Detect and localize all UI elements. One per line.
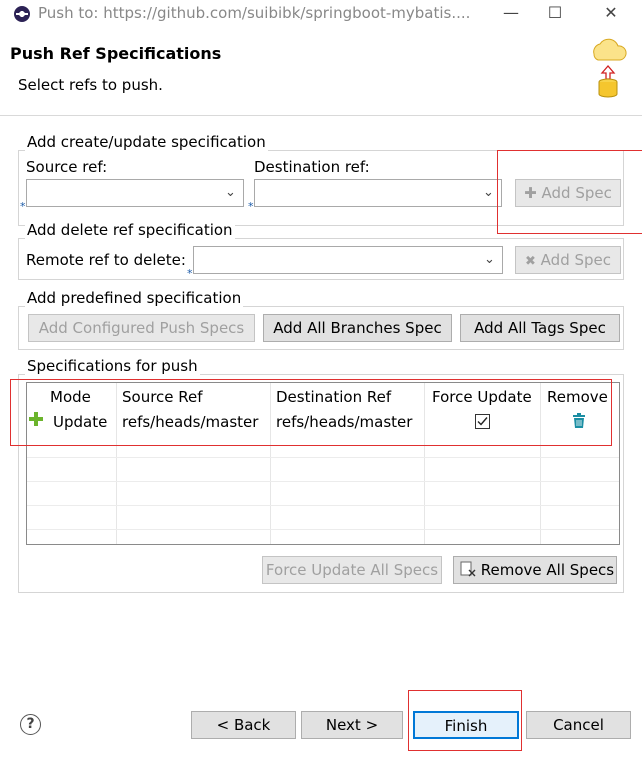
chevron-down-icon: ⌄ bbox=[225, 185, 236, 200]
eclipse-icon bbox=[14, 6, 30, 22]
remove-all-specs-button[interactable]: Remove All Specs bbox=[453, 556, 617, 584]
page-title: Push Ref Specifications bbox=[10, 44, 222, 63]
push-to-cloud-icon bbox=[588, 32, 628, 100]
add-delete-spec-button[interactable]: ✖ Add Spec bbox=[515, 246, 621, 274]
predefined-spec-group-label: Add predefined specification bbox=[25, 289, 244, 307]
row-divider bbox=[27, 529, 619, 530]
row-divider bbox=[27, 481, 619, 482]
remove-all-icon bbox=[460, 561, 481, 579]
add-all-branches-spec-button[interactable]: Add All Branches Spec bbox=[263, 314, 452, 342]
add-delete-spec-label: Add Spec bbox=[540, 251, 611, 269]
destination-ref-label: Destination ref: bbox=[254, 158, 370, 176]
window-titlebar: Push to: https://github.com/suibibk/spri… bbox=[0, 0, 642, 28]
chevron-down-icon: ⌄ bbox=[483, 185, 494, 200]
delete-spec-group-label: Add delete ref specification bbox=[25, 221, 235, 239]
close-button[interactable]: ✕ bbox=[600, 2, 622, 24]
next-button[interactable]: Next > bbox=[301, 711, 403, 739]
cancel-button[interactable]: Cancel bbox=[526, 711, 631, 739]
help-icon[interactable]: ? bbox=[20, 714, 41, 735]
window-title: Push to: https://github.com/suibibk/spri… bbox=[38, 4, 471, 22]
annotation-box bbox=[10, 379, 612, 446]
chevron-down-icon: ⌄ bbox=[484, 252, 495, 267]
source-ref-combo[interactable]: ⌄ bbox=[26, 179, 244, 207]
specs-group-label: Specifications for push bbox=[25, 357, 200, 375]
remove-all-specs-label: Remove All Specs bbox=[480, 561, 615, 579]
remote-ref-label: Remote ref to delete: bbox=[26, 251, 186, 269]
force-update-all-specs-button[interactable]: Force Update All Specs bbox=[262, 556, 442, 584]
delete-x-icon: ✖ bbox=[524, 254, 536, 269]
add-all-tags-spec-button[interactable]: Add All Tags Spec bbox=[460, 314, 620, 342]
required-marker: * bbox=[187, 267, 193, 280]
required-marker: * bbox=[20, 200, 26, 213]
back-button[interactable]: < Back bbox=[191, 711, 296, 739]
page-subtitle: Select refs to push. bbox=[18, 76, 163, 94]
minimize-button[interactable]: — bbox=[500, 2, 522, 24]
required-marker: * bbox=[248, 200, 254, 213]
remote-ref-combo[interactable]: ⌄ bbox=[193, 246, 503, 274]
create-spec-group-label: Add create/update specification bbox=[25, 133, 268, 151]
source-ref-label: Source ref: bbox=[26, 158, 108, 176]
annotation-box bbox=[497, 150, 642, 234]
row-divider bbox=[27, 457, 619, 458]
row-divider bbox=[27, 505, 619, 506]
add-configured-push-specs-button[interactable]: Add Configured Push Specs bbox=[28, 314, 255, 342]
header-separator bbox=[0, 115, 642, 116]
destination-ref-combo[interactable]: ⌄ bbox=[254, 179, 502, 207]
maximize-button[interactable]: ☐ bbox=[544, 2, 566, 24]
annotation-box bbox=[408, 690, 522, 751]
